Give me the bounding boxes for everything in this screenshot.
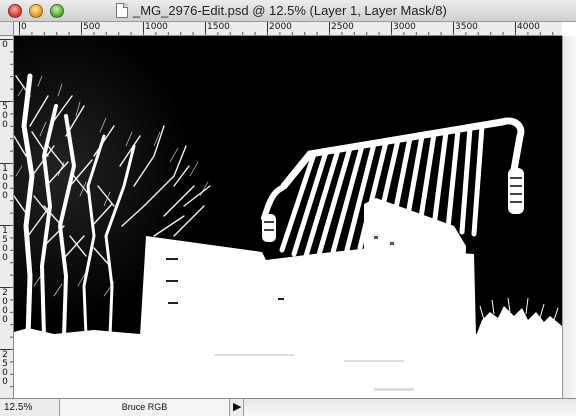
zoom-level-field[interactable]: 12.5%: [0, 399, 60, 416]
ruler-origin[interactable]: [0, 22, 14, 36]
ruler-label: 2500: [2, 350, 8, 387]
vertical-scrollbar[interactable]: [562, 36, 576, 398]
ruler-label: 2500: [331, 22, 354, 32]
ruler-label: 500: [2, 102, 8, 130]
vertical-ruler-ticks: [0, 39, 13, 388]
photoshop-document-window: _MG_2976-Edit.psd @ 12.5% (Layer 1, Laye…: [0, 0, 576, 416]
layer-mask-image: [14, 36, 562, 398]
ruler-label: 1500: [2, 226, 8, 263]
color-profile-info: Bruce RGB: [60, 399, 230, 416]
ruler-label: 2000: [2, 288, 8, 325]
ruler-label: 3000: [393, 22, 416, 32]
horizontal-ruler[interactable]: 0 500 1000 1500 2000 2500 3000 3500 4000: [14, 22, 562, 36]
ruler-label: 4000: [517, 22, 540, 32]
snow-ground: [14, 328, 562, 398]
status-menu-button[interactable]: ▶: [230, 399, 244, 416]
ruler-label: 0: [2, 40, 8, 50]
document-canvas[interactable]: [14, 36, 562, 398]
triangle-right-icon: ▶: [233, 401, 242, 413]
ruler-label: 0: [21, 22, 27, 32]
ruler-label: 500: [83, 22, 101, 32]
document-icon[interactable]: [116, 3, 128, 18]
ruler-label: 1000: [145, 22, 168, 32]
zoom-button[interactable]: [50, 4, 64, 18]
ruler-label: 3500: [455, 22, 478, 32]
window-title: _MG_2976-Edit.psd @ 12.5% (Layer 1, Laye…: [133, 3, 447, 18]
close-button[interactable]: [8, 4, 22, 18]
ruler-label: 1500: [207, 22, 230, 32]
minimize-button[interactable]: [29, 4, 43, 18]
horizontal-scrollbar[interactable]: [244, 399, 576, 416]
status-bar: 12.5% Bruce RGB ▶: [0, 398, 576, 416]
title-bar[interactable]: _MG_2976-Edit.psd @ 12.5% (Layer 1, Laye…: [0, 0, 576, 22]
vertical-ruler[interactable]: 0 500 1000 1500 2000 2500: [0, 36, 14, 398]
ruler-label: 1000: [2, 164, 8, 201]
ruler-label: 2000: [269, 22, 292, 32]
